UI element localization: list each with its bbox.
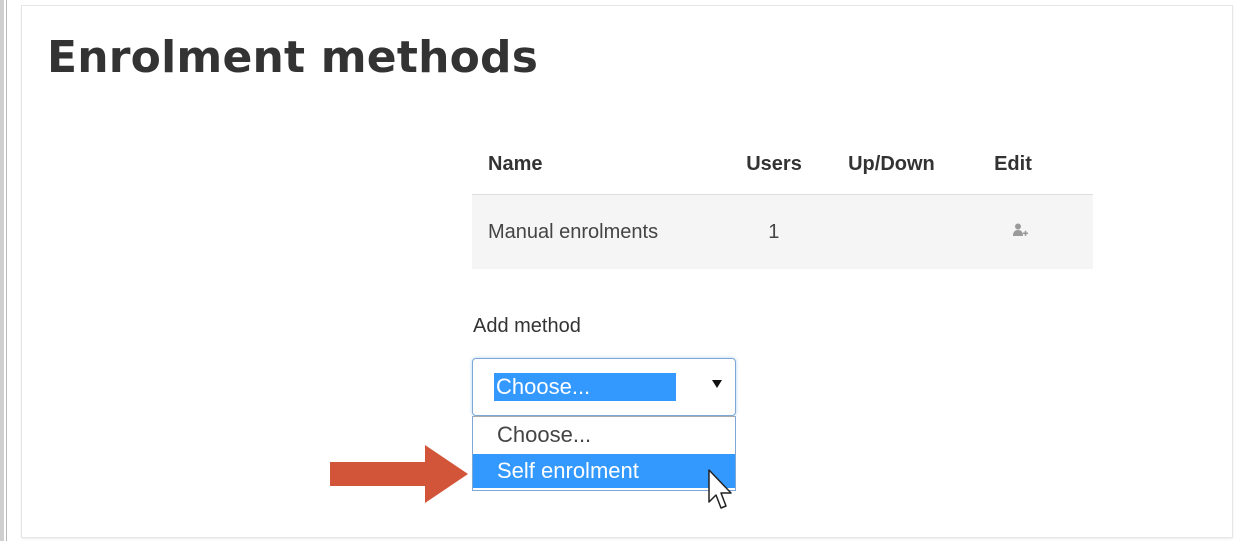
header-edit: Edit	[994, 134, 1093, 195]
method-updown-cell	[848, 194, 995, 269]
method-users-cell: 1	[746, 194, 849, 269]
header-name: Name	[472, 134, 747, 195]
method-edit-cell	[994, 194, 1093, 269]
header-up-down: Up/Down	[848, 134, 995, 195]
left-border-line	[6, 0, 7, 541]
add-method-label: Add method	[473, 315, 581, 337]
select-current-value: Choose...	[494, 373, 676, 401]
page-frame: Enrolment methods Name Users Up/Down Edi…	[0, 0, 1236, 541]
add-method-options: Choose... Self enrolment	[472, 416, 736, 491]
option-self-enrolment[interactable]: Self enrolment	[473, 454, 735, 488]
table-row: Manual enrolments 1	[472, 194, 1093, 269]
dropdown-arrow-icon	[712, 380, 722, 388]
annotation-arrow-icon	[330, 445, 468, 503]
enrolment-methods-table: Name Users Up/Down Edit Manual enrolment…	[472, 134, 1093, 269]
method-name-cell: Manual enrolments	[472, 194, 747, 269]
left-border	[0, 0, 4, 541]
mouse-cursor-icon	[708, 469, 732, 509]
page-title: Enrolment methods	[47, 32, 539, 83]
header-users: Users	[746, 134, 849, 195]
enrol-users-icon[interactable]	[1012, 221, 1029, 244]
add-method-select[interactable]: Choose...	[472, 358, 736, 416]
option-choose[interactable]: Choose...	[473, 418, 735, 452]
table-header-row: Name Users Up/Down Edit	[472, 134, 1093, 195]
